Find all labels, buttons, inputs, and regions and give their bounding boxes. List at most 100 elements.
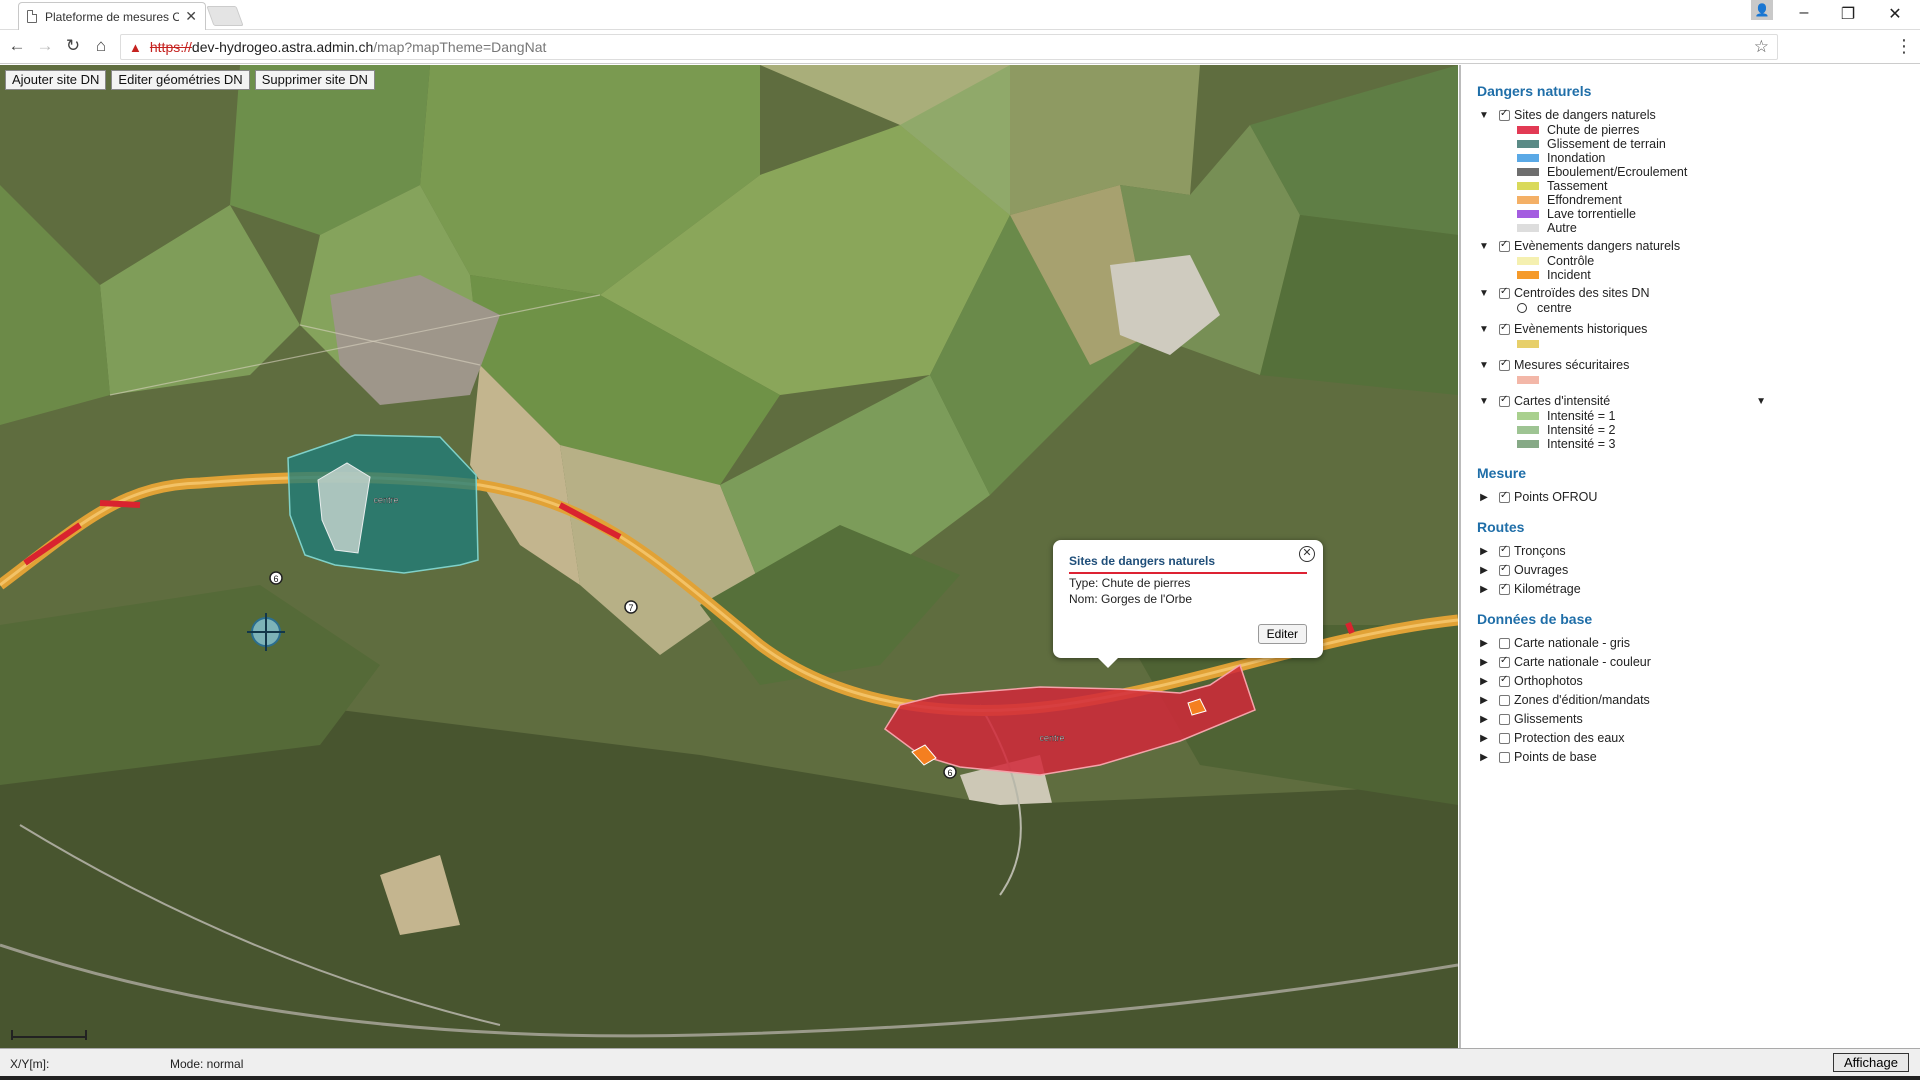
legend-swatch — [1517, 210, 1539, 218]
home-icon[interactable]: ⌂ — [90, 36, 112, 56]
layer-checkbox[interactable] — [1499, 358, 1510, 371]
legend-label: centre — [1537, 301, 1572, 315]
km-marker-label: 7 — [628, 603, 633, 613]
km-marker-label: 6 — [947, 768, 952, 778]
collapse-arrow-icon[interactable]: ▼ — [1477, 324, 1491, 335]
reload-icon[interactable]: ↻ — [62, 36, 84, 56]
layer-label: Orthophotos — [1514, 674, 1583, 688]
legend-label: Glissement de terrain — [1547, 137, 1666, 151]
collapse-arrow-icon[interactable]: ▼ — [1477, 360, 1491, 371]
mode-indicator: Mode: normal — [170, 1057, 244, 1071]
centroid-label: centre — [373, 495, 398, 505]
legend-item: Glissement de terrain — [1477, 137, 1920, 151]
popup-edit-button[interactable]: Editer — [1257, 624, 1307, 644]
browser-titlebar: Plateforme de mesures O ✕ 👤 – ❐ ✕ — [0, 0, 1920, 30]
expand-arrow-icon[interactable]: ▶ — [1477, 638, 1491, 649]
layer-group-intensity: ▼ Cartes d'intensité ▼ Intensité = 1Inte… — [1477, 393, 1920, 452]
legend-item: Tassement — [1477, 179, 1920, 193]
expand-arrow-icon[interactable]: ▶ — [1477, 584, 1491, 595]
bookmark-star-icon[interactable]: ☆ — [1754, 37, 1769, 57]
layer-row: ▶ Tronçons — [1477, 543, 1920, 559]
address-bar[interactable]: ▲ https:// dev-hydrogeo.astra.admin.ch /… — [120, 34, 1778, 60]
expand-arrow-icon[interactable]: ▶ — [1477, 546, 1491, 557]
collapse-arrow-icon[interactable]: ▼ — [1477, 241, 1491, 252]
legend-swatch — [1517, 196, 1539, 204]
layer-checkbox[interactable] — [1499, 713, 1510, 725]
layer-checkbox[interactable] — [1499, 582, 1510, 595]
restore-icon[interactable]: ❐ — [1833, 4, 1863, 24]
layer-label: Tronçons — [1514, 544, 1566, 558]
close-window-icon[interactable]: ✕ — [1880, 4, 1910, 24]
centroid-circle-icon — [1517, 303, 1527, 313]
section-title: Dangers naturels — [1477, 83, 1592, 99]
legend-swatch — [1517, 126, 1539, 134]
popup-name: Nom: Gorges de l'Orbe — [1069, 592, 1193, 606]
expand-arrow-icon[interactable]: ▶ — [1477, 657, 1491, 668]
layer-checkbox[interactable] — [1499, 655, 1510, 668]
display-button[interactable]: Affichage — [1833, 1053, 1909, 1072]
popup-title: Sites de dangers naturels — [1069, 554, 1307, 574]
edit-geometry-button[interactable]: Editer géométries DN — [111, 70, 250, 90]
map-view[interactable]: 6 7 6 centre centre Ajouter site DN Edit… — [0, 65, 1458, 1048]
legend-swatch — [1517, 426, 1539, 434]
legend-item: Intensité = 1 — [1477, 409, 1920, 423]
section-title: Données de base — [1477, 611, 1593, 627]
layer-label: Carte nationale - couleur — [1514, 655, 1651, 669]
back-icon[interactable]: ← — [6, 36, 28, 56]
layer-checkbox[interactable] — [1499, 239, 1510, 252]
legend-item: Eboulement/Ecroulement — [1477, 165, 1920, 179]
layer-checkbox[interactable] — [1499, 563, 1510, 576]
layer-label: Evènements historiques — [1514, 322, 1648, 336]
layer-checkbox[interactable] — [1499, 732, 1510, 744]
legend-swatch — [1517, 271, 1539, 279]
delete-site-button[interactable]: Supprimer site DN — [254, 70, 375, 90]
layer-checkbox[interactable] — [1499, 286, 1510, 299]
layer-checkbox[interactable] — [1499, 694, 1510, 706]
expand-arrow-icon[interactable]: ▶ — [1477, 565, 1491, 576]
layer-checkbox[interactable] — [1499, 108, 1510, 121]
layer-label: Carte nationale - gris — [1514, 636, 1631, 650]
legend-label: Intensité = 2 — [1547, 423, 1616, 437]
expand-arrow-icon[interactable]: ▶ — [1477, 492, 1491, 503]
expand-arrow-icon[interactable]: ▶ — [1477, 676, 1491, 687]
layer-checkbox[interactable] — [1499, 394, 1510, 407]
minimize-icon[interactable]: – — [1789, 4, 1819, 22]
expand-arrow-icon[interactable]: ▶ — [1477, 714, 1491, 725]
layer-checkbox[interactable] — [1499, 674, 1510, 687]
legend-label: Lave torrentielle — [1547, 207, 1636, 221]
browser-menu-icon[interactable]: ⋮ — [1895, 36, 1913, 57]
layer-label: Kilométrage — [1514, 582, 1581, 596]
layer-checkbox[interactable] — [1499, 751, 1510, 763]
collapse-arrow-icon[interactable]: ▼ — [1477, 288, 1491, 299]
layer-checkbox[interactable] — [1499, 490, 1510, 503]
close-tab-icon[interactable]: ✕ — [185, 8, 197, 25]
profile-icon[interactable]: 👤 — [1751, 0, 1773, 20]
expand-arrow-icon[interactable]: ▶ — [1477, 752, 1491, 763]
dropdown-arrow-icon[interactable]: ▼ — [1756, 396, 1766, 407]
layer-label: Evènements dangers naturels — [1514, 239, 1681, 253]
layer-checkbox[interactable] — [1499, 637, 1510, 649]
new-tab-button[interactable] — [206, 6, 244, 26]
layer-checkbox[interactable] — [1499, 544, 1510, 557]
coordinates-readout: X/Y[m]: — [10, 1057, 50, 1071]
expand-arrow-icon[interactable]: ▶ — [1477, 733, 1491, 744]
section-routes: Routes ▶ Tronçons ▶ Ouvrages ▶ Kilométra… — [1477, 519, 1920, 597]
section-donnees-de-base: Données de base ▶ Carte nationale - gris ▶… — [1477, 611, 1920, 765]
close-popup-icon[interactable]: ✕ — [1299, 546, 1315, 562]
url-scheme: https:// — [149, 39, 192, 55]
add-site-button[interactable]: Ajouter site DN — [5, 70, 107, 90]
legend-item: centre — [1477, 301, 1920, 315]
browser-tab[interactable]: Plateforme de mesures O ✕ — [18, 2, 206, 30]
collapse-arrow-icon[interactable]: ▼ — [1477, 110, 1491, 121]
layer-label: Ouvrages — [1514, 563, 1569, 577]
collapse-arrow-icon[interactable]: ▼ — [1477, 396, 1491, 407]
legend-item: Incident — [1477, 268, 1920, 282]
layer-group-centroids: ▼ Centroïdes des sites DN centre — [1477, 285, 1920, 316]
expand-arrow-icon[interactable]: ▶ — [1477, 695, 1491, 706]
forward-icon[interactable]: → — [34, 36, 56, 56]
legend-item: Autre — [1477, 221, 1920, 235]
layer-checkbox[interactable] — [1499, 322, 1510, 335]
legend-label: Contrôle — [1547, 254, 1595, 268]
feature-info-popup: ✕ Sites de dangers naturels Type: Chute … — [1053, 540, 1323, 668]
layer-label: Zones d'édition/mandats — [1514, 693, 1650, 707]
